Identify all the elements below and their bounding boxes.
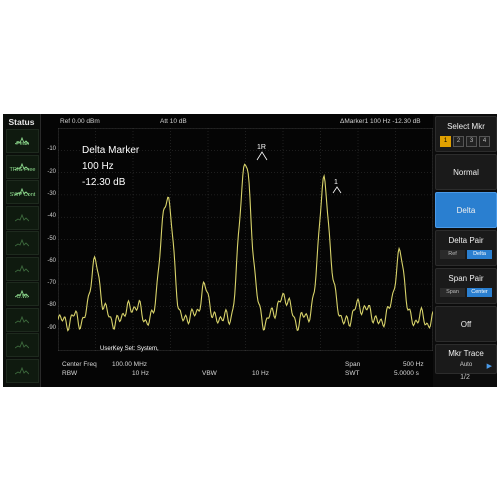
submenu-arrow-icon: ▶ <box>486 363 492 370</box>
status-item: SWP Cont <box>6 180 39 204</box>
swt-value[interactable]: 5.0000 s <box>394 370 419 377</box>
marker-trace-button[interactable]: Mkr Trace Auto ▶ <box>435 344 497 374</box>
status-item: TRIG Free <box>6 154 39 179</box>
status-title: Status <box>8 117 35 127</box>
y-tick-label: -30 <box>47 190 56 197</box>
delta-pair-delta[interactable]: Delta <box>467 250 492 259</box>
off-label: Off <box>460 320 472 329</box>
center-freq-label[interactable]: Center Freq <box>62 361 97 368</box>
annotation-title: Delta Marker <box>82 145 140 156</box>
plot-area: Ref 0.00 dBm Att 10 dB ΔMarker1 100 Hz -… <box>40 114 433 387</box>
y-tick-label: -50 <box>47 235 56 242</box>
analyzer-screen: Status Peak TRIG Free SWP Cont C.W. Ref 0.0… <box>3 114 497 387</box>
bottom-info-bar: Center Freq 100.00 MHz Span 500 Hz RBW 1… <box>40 360 433 387</box>
ref-level[interactable]: Ref 0.00 dBm <box>60 118 100 125</box>
status-item <box>6 358 39 383</box>
center-freq-value[interactable]: 100.00 MHz <box>112 361 147 368</box>
y-tick-label: -10 <box>47 146 56 153</box>
trace-icon <box>14 234 30 247</box>
span-label[interactable]: Span <box>345 361 360 368</box>
rbw-label[interactable]: RBW <box>62 370 77 377</box>
span-pair-title: Span Pair <box>448 274 484 283</box>
attenuation[interactable]: Att 10 dB <box>160 118 187 125</box>
status-panel: Status Peak TRIG Free SWP Cont C.W. <box>3 114 41 387</box>
span-pair-button[interactable]: Span Pair Span Center <box>435 268 497 304</box>
trace-icon <box>14 311 30 323</box>
delta-pair-title: Delta Pair <box>448 236 484 245</box>
span-value[interactable]: 500 Hz <box>403 361 424 368</box>
vbw-value[interactable]: 10 Hz <box>252 370 269 377</box>
marker-trace-title: Mkr Trace <box>448 349 484 358</box>
status-item-label: TRIG Free <box>9 166 36 173</box>
status-item-label: C.W. <box>16 294 29 300</box>
status-item <box>6 205 39 230</box>
delta-pair-button[interactable]: Delta Pair Ref Delta <box>435 230 497 266</box>
reference-marker[interactable]: 1R <box>256 144 268 161</box>
delta-marker[interactable]: 1 <box>332 179 342 194</box>
marker-2-button[interactable]: 2 <box>453 136 464 147</box>
delta-button[interactable]: Delta <box>435 192 497 228</box>
marker-1-button[interactable]: 1 <box>440 136 451 147</box>
y-tick-label: -80 <box>47 302 56 309</box>
status-item-label: Peak <box>16 141 29 147</box>
select-marker-title: Select Mkr <box>447 122 485 131</box>
status-item: C.W. <box>6 282 39 306</box>
userkey-status: UserKey Set: System, <box>100 346 159 352</box>
rbw-value[interactable]: 10 Hz <box>132 370 149 377</box>
vbw-label[interactable]: VBW <box>202 370 217 377</box>
y-tick-label: -90 <box>47 324 56 331</box>
trace-icon <box>14 260 30 272</box>
status-item <box>6 231 39 255</box>
delta-marker-annotation: Delta Marker 100 Hz -12.30 dB <box>82 143 139 191</box>
marker-4-button[interactable]: 4 <box>479 136 490 147</box>
menu-page-indicator[interactable]: 1/2 <box>433 374 497 381</box>
normal-button[interactable]: Normal <box>435 154 497 190</box>
trace-icon <box>14 362 30 374</box>
span-pair-span[interactable]: Span <box>440 288 465 297</box>
select-marker-menu[interactable]: Select Mkr 1 2 3 4 <box>435 116 497 152</box>
status-item: Peak <box>6 129 39 153</box>
span-pair-toggle: Span Center <box>440 288 492 297</box>
marker-selector: 1 2 3 4 <box>440 136 490 147</box>
status-item <box>6 256 39 281</box>
delta-label: Delta <box>456 206 476 215</box>
marker-3-button[interactable]: 3 <box>466 136 477 147</box>
soft-menu: Select Mkr 1 2 3 4 Normal Delta Delta Pa… <box>433 114 497 387</box>
off-button[interactable]: Off <box>435 306 497 342</box>
trigger-icon <box>14 158 30 170</box>
y-tick-label: -70 <box>47 280 56 287</box>
y-tick-label: -20 <box>47 168 56 175</box>
trace-icon <box>14 336 30 349</box>
delta-pair-ref[interactable]: Ref <box>440 250 465 259</box>
status-item-label: SWP Cont <box>9 192 36 198</box>
y-tick-label: -60 <box>47 257 56 264</box>
annotation-level: -12.30 dB <box>82 177 126 188</box>
swt-label[interactable]: SWT <box>345 370 359 377</box>
cw-icon <box>14 285 30 298</box>
ref-marker-label: 1R <box>257 144 266 151</box>
span-pair-center[interactable]: Center <box>467 288 492 297</box>
peak-detector-icon <box>14 132 30 145</box>
status-item <box>6 333 39 357</box>
delta-pair-toggle: Ref Delta <box>440 250 492 259</box>
sweep-icon <box>14 183 30 196</box>
top-info-bar: Ref 0.00 dBm Att 10 dB ΔMarker1 100 Hz -… <box>40 114 433 128</box>
status-item <box>6 307 39 332</box>
y-tick-label: -40 <box>47 213 56 220</box>
annotation-frequency: 100 Hz <box>82 161 114 172</box>
normal-label: Normal <box>453 168 479 177</box>
delta-marker-label: 1 <box>334 179 338 186</box>
marker-readout: ΔMarker1 100 Hz -12.30 dB <box>340 118 421 125</box>
trace-icon <box>14 209 30 221</box>
